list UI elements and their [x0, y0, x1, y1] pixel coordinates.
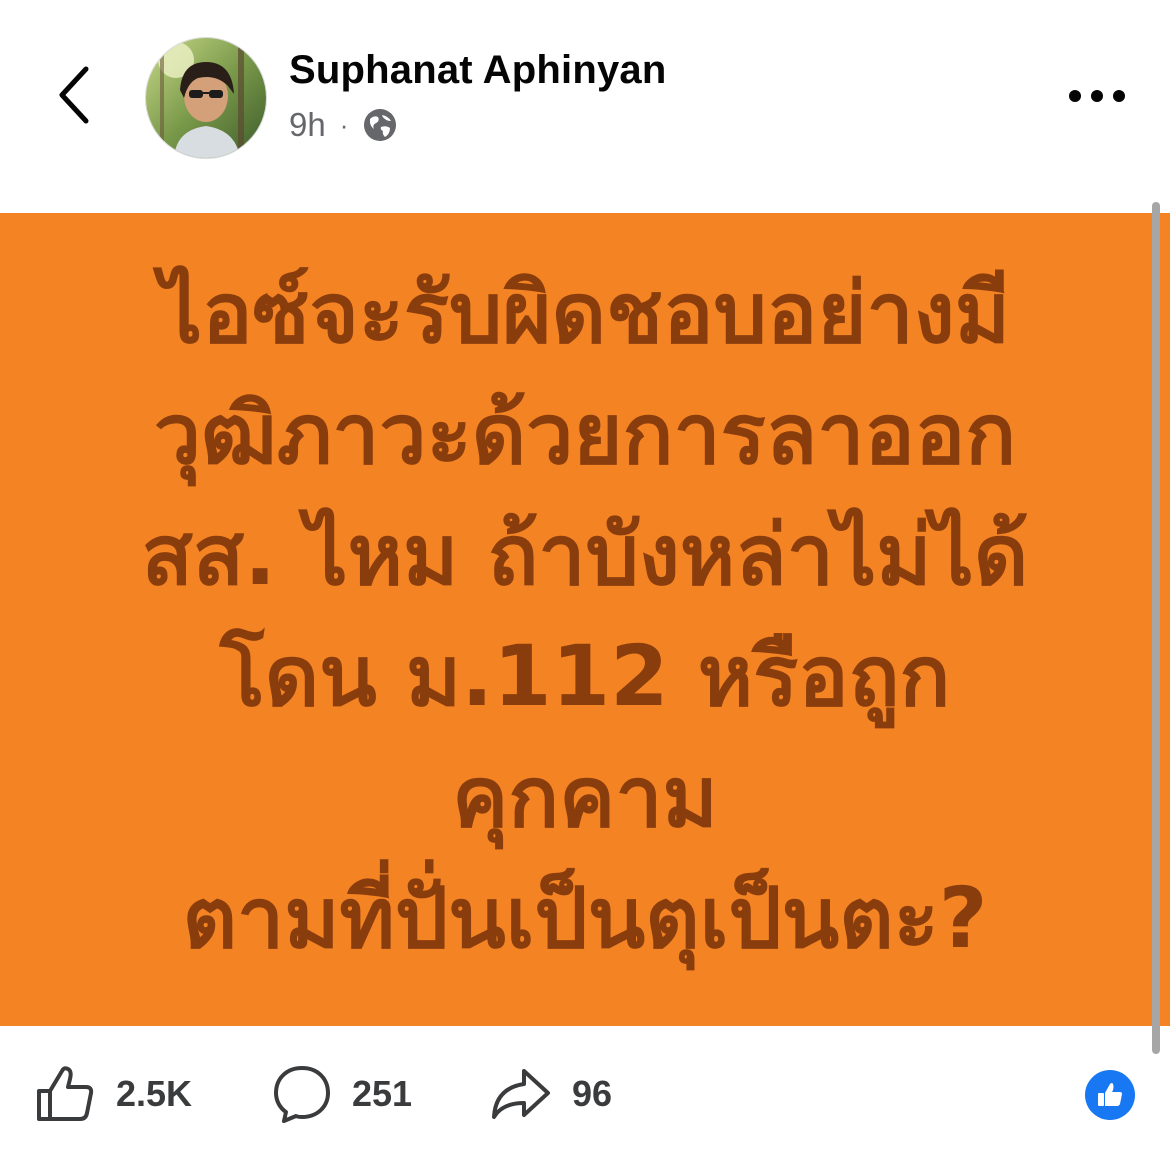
speech-bubble-icon	[274, 1066, 330, 1123]
post-footer: 2.5K 251 96	[0, 1026, 1170, 1158]
author-avatar[interactable]	[145, 37, 267, 159]
more-options-button[interactable]	[1062, 72, 1132, 120]
post-text-line: วุฒิภาวะด้วยการลาออก	[153, 384, 1017, 483]
post-text-line: ตามที่ปั่นเป็นตุเป็นตะ?	[182, 868, 988, 967]
post-time[interactable]: 9h	[289, 106, 326, 144]
like-button[interactable]: 2.5K	[34, 1064, 192, 1124]
share-count: 96	[572, 1073, 613, 1114]
share-arrow-icon	[492, 1069, 550, 1119]
comment-count: 251	[352, 1073, 413, 1114]
post-text-line: สส. ไหม ถ้าบังหล่าไม่ได้	[141, 505, 1029, 604]
like-count: 2.5K	[116, 1073, 193, 1114]
more-horizontal-icon	[1069, 90, 1125, 102]
comment-button[interactable]: 251	[272, 1064, 412, 1124]
post-text: ไอซ์จะรับผิดชอบอย่างมี วุฒิภาวะด้วยการลา…	[95, 253, 1075, 979]
globe-icon[interactable]	[362, 107, 398, 143]
post-content-background: ไอซ์จะรับผิดชอบอย่างมี วุฒิภาวะด้วยการลา…	[0, 213, 1170, 1026]
post-text-line: ไอซ์จะรับผิดชอบอย่างมี	[159, 263, 1011, 362]
post-header: Suphanat Aphinyan 9h ·	[0, 0, 1170, 213]
chevron-left-icon	[59, 66, 89, 124]
scrollbar[interactable]	[1152, 202, 1160, 1054]
post-meta: 9h ·	[289, 104, 398, 146]
post-text-line: โดน ม.112 หรือถูกคุกคาม	[219, 626, 951, 846]
author-name[interactable]: Suphanat Aphinyan	[289, 48, 666, 93]
like-reaction-icon[interactable]	[1085, 1070, 1135, 1120]
avatar-photo	[146, 38, 266, 158]
share-button[interactable]: 96	[490, 1064, 612, 1124]
meta-separator: ·	[339, 109, 349, 140]
back-button[interactable]	[44, 60, 104, 130]
thumbs-up-outline-icon	[37, 1066, 94, 1121]
